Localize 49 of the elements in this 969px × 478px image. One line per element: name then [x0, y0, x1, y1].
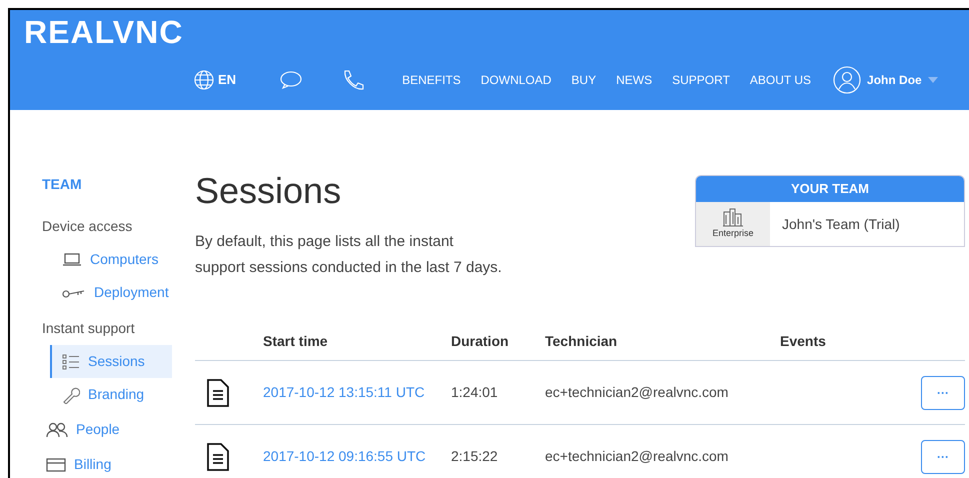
nav-link[interactable]: SUPPORT [672, 71, 730, 89]
session-link[interactable]: 2017-10-12 09:16:55 UTC [263, 446, 451, 467]
sidebar-item[interactable]: Deployment [50, 276, 172, 309]
caret-icon [928, 77, 938, 83]
user-avatar-icon [833, 66, 862, 94]
nav-link[interactable]: DOWNLOAD [480, 71, 552, 89]
language-link[interactable]: EN [194, 70, 236, 90]
wrench-icon [62, 386, 80, 404]
table-cell-text: ec+technician2@realvnc.com [545, 447, 730, 466]
document-icon [207, 442, 229, 470]
document-icon [207, 378, 229, 406]
card-icon [46, 458, 66, 472]
sidebar-item[interactable]: Sessions [50, 345, 172, 378]
sidebar-title: TEAM [42, 175, 83, 194]
table-cell-text: 1:24:01 [451, 383, 499, 402]
sidebar-item[interactable]: Computers [50, 243, 172, 276]
column-header: Duration [451, 332, 510, 351]
sidebar-heading: Device access [42, 217, 134, 236]
sidebar-item[interactable]: Branding [50, 378, 172, 411]
team-name: John's Team (Trial) [781, 214, 901, 234]
sidebar-heading: Instant support [42, 319, 136, 338]
phone-icon[interactable] [342, 69, 364, 91]
sidebar-item[interactable]: People [42, 413, 164, 446]
list-icon [62, 354, 80, 370]
page-description: By default, this page lists all the instant support sessions conducted in the last 7 days. [195, 232, 503, 278]
plan-badge: Enterprise [696, 202, 770, 246]
globe-icon [194, 70, 214, 90]
column-header: Start time [263, 332, 329, 351]
nav-link[interactable]: BENEFITS [402, 71, 461, 89]
laptop-icon [62, 252, 82, 266]
nav-link[interactable]: ABOUT US [750, 71, 812, 89]
buildings-icon [722, 207, 744, 228]
realvnc-logo[interactable]: REALVNC [24, 16, 184, 48]
sidebar-item[interactable]: Billing [42, 448, 164, 478]
table-cell-text: ec+technician2@realvnc.com [545, 383, 730, 402]
table-cell-text: 2:15:22 [451, 447, 499, 466]
column-header: Technician [545, 332, 618, 351]
key-icon [62, 288, 86, 298]
page-title: Sessions [195, 169, 342, 213]
chat-icon[interactable] [280, 71, 302, 89]
people-icon [46, 422, 68, 438]
session-link[interactable]: 2017-10-12 13:15:11 UTC [263, 382, 451, 403]
more-button[interactable]: ··· [921, 440, 965, 474]
user-menu[interactable]: John Doe [833, 66, 938, 94]
card-header: YOUR TEAM [696, 176, 964, 202]
column-header: Events [780, 332, 827, 351]
nav-link[interactable]: BUY [571, 71, 596, 89]
nav-link[interactable]: NEWS [616, 71, 652, 89]
more-button[interactable]: ··· [921, 376, 965, 410]
